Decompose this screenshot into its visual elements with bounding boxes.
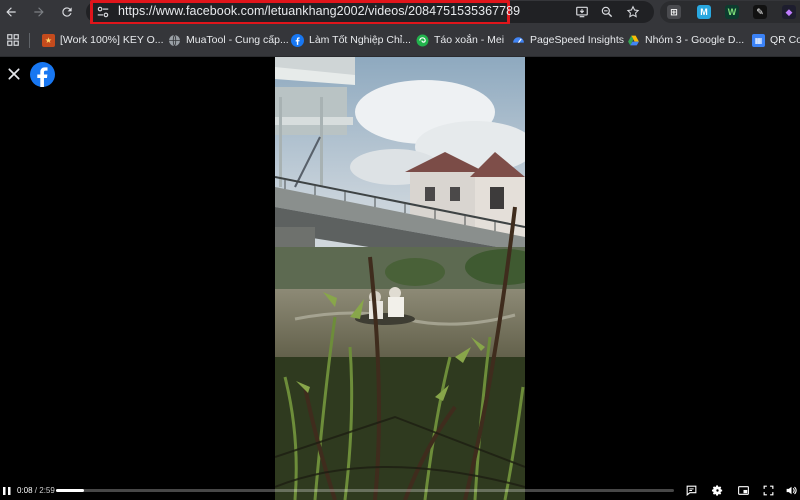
star-icon	[626, 5, 640, 18]
bookmark-star-button[interactable]	[625, 4, 641, 20]
qr-favicon-icon: ▦	[752, 33, 765, 47]
progress-bar[interactable]	[56, 489, 674, 492]
facebook-logo-icon[interactable]	[30, 62, 55, 87]
browser-toolbar: https://www.facebook.com/letuankhang2002…	[0, 0, 800, 25]
captions-icon	[686, 485, 696, 496]
bookmark-nhom-3[interactable]: Nhóm 3 - Google D...	[627, 32, 744, 48]
progress-fill	[56, 489, 84, 492]
back-button[interactable]	[1, 2, 21, 22]
duration: 2:59	[39, 486, 55, 495]
arrow-left-icon	[6, 7, 16, 17]
picture-in-picture-icon	[737, 485, 749, 495]
m-extension-icon[interactable]: M	[697, 5, 711, 19]
fullscreen-icon	[763, 485, 773, 495]
pip-button[interactable]	[736, 483, 750, 497]
gear-icon	[711, 484, 722, 496]
zoom-icon	[601, 6, 613, 18]
bookmark-label: [Work 100%] KEY O...	[60, 34, 164, 46]
green-swirl-icon	[416, 34, 429, 46]
forward-button[interactable]	[29, 2, 49, 22]
pen-extension-icon[interactable]: ✎	[753, 5, 767, 19]
zoom-button[interactable]	[599, 4, 615, 20]
google-drive-icon	[628, 35, 639, 45]
extensions-area: ⊞ M W ✎ ◆	[660, 1, 800, 23]
bookmark-muatool[interactable]: MuaTool - Cung cấp...	[168, 32, 289, 48]
site-settings-icon[interactable]	[96, 5, 110, 19]
url-text[interactable]: https://www.facebook.com/letuankhang2002…	[118, 4, 520, 18]
bookmark-label: PageSpeed Insights	[530, 34, 624, 46]
video-frame[interactable]	[275, 57, 525, 500]
globe-icon	[169, 34, 180, 46]
media-extension-icon[interactable]: ◆	[782, 5, 796, 19]
bookmark-label: Táo xoắn - Mei	[434, 34, 505, 46]
translate-extension-icon[interactable]: ⊞	[667, 5, 681, 19]
bookmark-work-key[interactable]: ★ [Work 100%] KEY O...	[42, 32, 164, 48]
fullscreen-button[interactable]	[761, 483, 775, 497]
facebook-icon	[291, 33, 304, 47]
settings-button[interactable]	[710, 483, 724, 497]
work-favicon-icon: ★	[42, 33, 55, 47]
pagespeed-icon	[513, 36, 524, 43]
reload-button[interactable]	[57, 2, 77, 22]
install-app-button[interactable]	[574, 4, 590, 20]
volume-button[interactable]	[784, 483, 798, 497]
volume-icon	[786, 486, 797, 494]
captions-button[interactable]	[684, 483, 698, 497]
pause-icon[interactable]	[2, 486, 12, 496]
bookmark-label: Làm Tốt Nghiệp Chỉ...	[309, 34, 411, 46]
bookmark-tao-xoan[interactable]: Táo xoắn - Mei	[416, 32, 504, 48]
bookmark-label: Nhóm 3 - Google D...	[645, 34, 745, 46]
reload-icon	[62, 7, 72, 17]
time-display: 0:08 / 2:59	[17, 486, 55, 495]
arrow-right-icon	[34, 7, 44, 17]
bookmark-pagespeed[interactable]: PageSpeed Insights	[512, 32, 624, 48]
bookmark-lam-tot-nghiep[interactable]: Làm Tốt Nghiệp Chỉ...	[291, 32, 411, 48]
bookmarks-separator	[29, 33, 30, 48]
bookmark-qr-code[interactable]: ▦ QR Coc	[752, 32, 800, 48]
close-icon[interactable]	[6, 66, 22, 82]
install-icon	[576, 6, 588, 18]
bookmarks-bar: ★ [Work 100%] KEY O... MuaTool - Cung cấ…	[0, 24, 800, 57]
bookmark-label: MuaTool - Cung cấp...	[186, 34, 289, 46]
bookmark-label: QR Coc	[770, 34, 800, 46]
w-extension-icon[interactable]: W	[725, 5, 739, 19]
video-scene	[275, 57, 525, 500]
current-time: 0:08	[17, 486, 33, 495]
apps-grid-icon[interactable]	[6, 33, 20, 47]
